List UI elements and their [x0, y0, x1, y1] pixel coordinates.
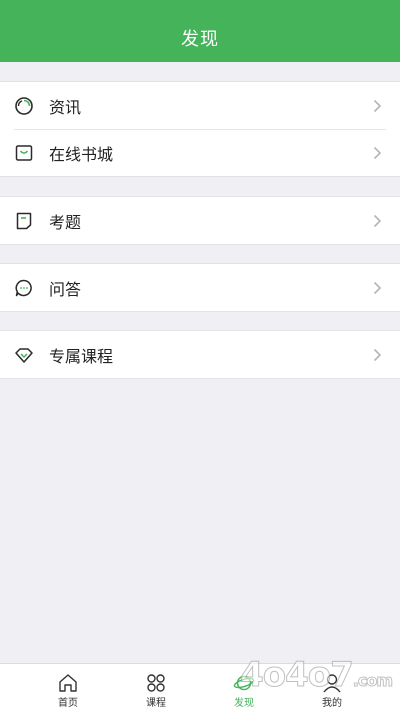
tab-label: 发现: [234, 698, 254, 709]
chat-bubble-icon: [15, 279, 32, 297]
menu-item-label: 在线书城: [49, 144, 114, 164]
news-ring-icon: [15, 97, 33, 115]
home-icon: [59, 674, 77, 692]
tab-label: 课程: [146, 698, 166, 709]
menu-group-4: 专属课程: [0, 330, 400, 379]
menu-group-1: 资讯 在线书城: [0, 81, 400, 177]
chevron-right-icon: [373, 348, 382, 362]
tab-courses[interactable]: 课程: [126, 664, 186, 709]
watermark: 4o4o7.com: [240, 655, 394, 696]
gem-icon: [15, 348, 33, 363]
chevron-right-icon: [373, 99, 382, 113]
exam-paper-icon: [16, 212, 32, 230]
menu-group-2: 考题: [0, 196, 400, 245]
tab-home[interactable]: 首页: [38, 664, 98, 709]
menu-item-label: 专属课程: [49, 346, 114, 366]
menu-item-news[interactable]: 资讯: [0, 82, 400, 129]
page-title: 发现: [181, 29, 219, 50]
course-grid-icon: [147, 674, 165, 692]
menu-group-3: 问答: [0, 263, 400, 312]
menu-item-label: 问答: [49, 279, 82, 299]
menu-item-label: 资讯: [49, 97, 82, 117]
menu-item-qa[interactable]: 问答: [0, 264, 400, 311]
chevron-right-icon: [373, 214, 382, 228]
tab-label: 我的: [322, 698, 342, 709]
watermark-text: 4o4o7: [240, 655, 355, 696]
watermark-suffix: .com: [352, 671, 393, 691]
shopping-bag-icon: [15, 145, 33, 161]
menu-item-exam[interactable]: 考题: [0, 197, 400, 244]
chevron-right-icon: [373, 146, 382, 160]
menu-item-exclusive-courses[interactable]: 专属课程: [0, 331, 400, 378]
chevron-right-icon: [373, 281, 382, 295]
nav-header: 发现: [0, 0, 400, 62]
menu-item-label: 考题: [49, 212, 82, 232]
menu-item-bookstore[interactable]: 在线书城: [0, 129, 400, 176]
tab-label: 首页: [58, 698, 78, 709]
